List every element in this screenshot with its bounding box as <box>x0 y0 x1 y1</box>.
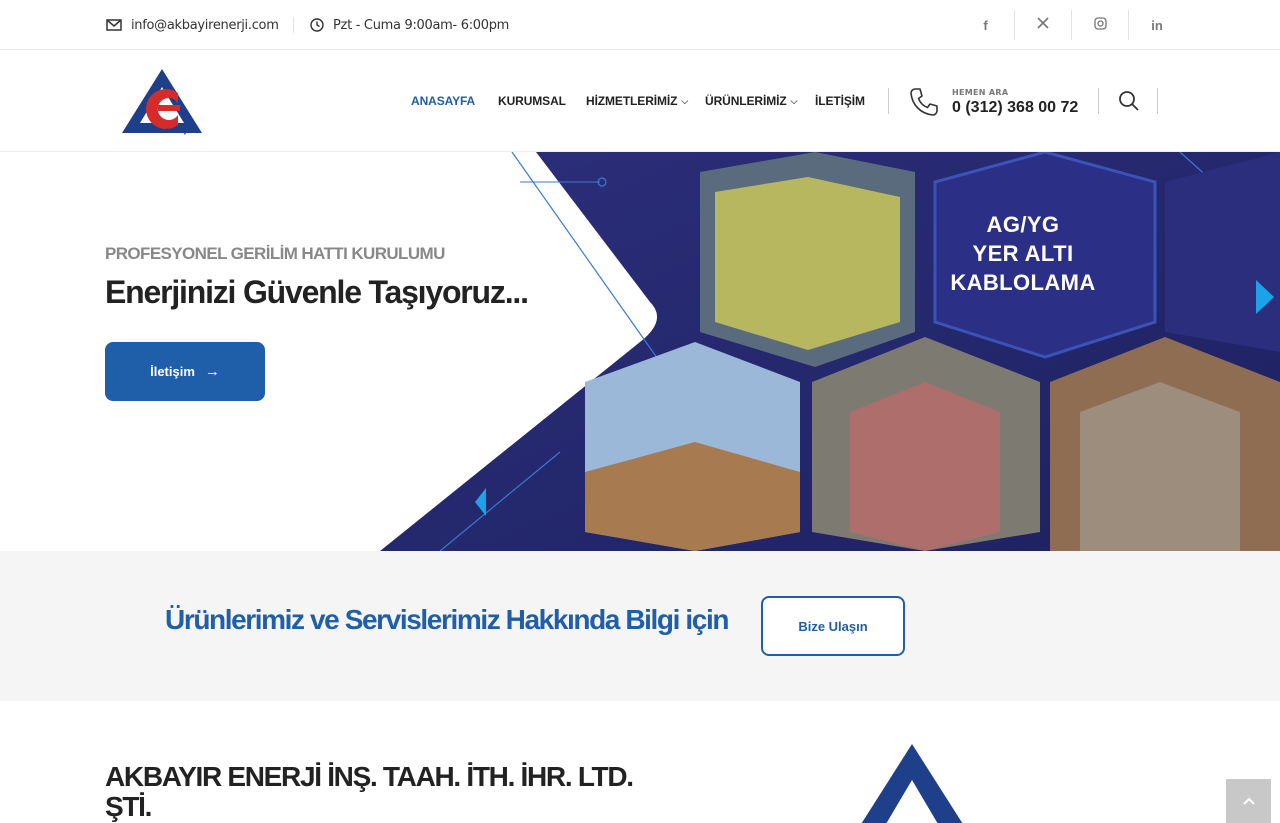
cta-heading: Ürünlerimiz ve Servislerimiz Hakkında Bi… <box>165 604 729 635</box>
phone-label: HEMEN ARA <box>952 87 1009 97</box>
nav-iletisim[interactable]: İLETİŞİM <box>815 50 865 152</box>
phone-number: 0 (312) 368 00 72 <box>952 98 1079 116</box>
instagram-link[interactable] <box>1071 10 1128 40</box>
header-divider <box>1157 88 1158 114</box>
hero-subtitle: PROFESYONEL GERİLİM HATTI KURULUMU <box>105 244 445 263</box>
badge-line: KABLOLAMA <box>950 270 1096 295</box>
nav-hizmetlerimiz[interactable]: HİZMETLERİMİZ ⌵ <box>586 50 688 152</box>
nav-anasayfa[interactable]: ANASAYFA <box>411 50 475 152</box>
hero-badge: AG/YG YER ALTI KABLOLAMA <box>948 210 1098 297</box>
logo-caption: AKBAYIR ENERJİ <box>132 128 190 135</box>
nav-label: ANASAYFA <box>411 94 476 108</box>
email-text: info@akbayirenerji.com <box>131 17 279 33</box>
hero-contact-button[interactable]: İletişim → <box>105 342 265 401</box>
linkedin-link[interactable]: in <box>1128 10 1185 40</box>
phone-contact[interactable]: HEMEN ARA 0 (312) 368 00 72 <box>908 84 1078 120</box>
cta-band: Ürünlerimiz ve Servislerimiz Hakkında Bi… <box>0 551 1280 701</box>
nav-label: ÜRÜNLERİMİZ <box>705 94 787 108</box>
phone-icon <box>910 88 938 116</box>
nav-label: KURUMSAL <box>498 94 566 108</box>
nav-kurumsal[interactable]: KURUMSAL <box>498 50 566 152</box>
top-bar: info@akbayirenerji.com Pzt - Cuma 9:00am… <box>0 0 1280 50</box>
chevron-up-icon <box>1242 797 1255 805</box>
search-icon <box>1119 91 1139 111</box>
nav-label: İLETİŞİM <box>815 94 865 108</box>
chevron-down-icon: ⌵ <box>681 95 689 106</box>
chevron-down-icon: ⌵ <box>790 95 798 106</box>
header-divider <box>1098 88 1099 114</box>
mail-icon <box>106 19 122 31</box>
arrow-right-icon: → <box>204 363 220 380</box>
contact-us-button[interactable]: Bize Ulaşın <box>761 596 905 656</box>
nav-urunlerimiz[interactable]: ÜRÜNLERİMİZ ⌵ <box>705 50 797 152</box>
company-logo-icon <box>861 744 963 823</box>
nav-label: HİZMETLERİMİZ <box>586 94 678 108</box>
badge-line: AG/YG <box>986 212 1060 237</box>
email-contact[interactable]: info@akbayirenerji.com <box>106 0 279 50</box>
header-divider <box>888 88 889 114</box>
facebook-icon: f <box>983 17 988 33</box>
hours-text: Pzt - Cuma 9:00am- 6:00pm <box>333 17 510 33</box>
x-twitter-link[interactable] <box>1014 10 1071 40</box>
cta-button-label: Bize Ulaşın <box>798 618 868 634</box>
company-title: AKBAYIR ENERJİ İNŞ. TAAH. İTH. İHR. LTD.… <box>105 761 634 822</box>
search-button[interactable] <box>1116 88 1142 114</box>
facebook-link[interactable]: f <box>957 10 1014 40</box>
linkedin-icon: in <box>1151 17 1163 33</box>
hero-slider: PROFESYONEL GERİLİM HATTI KURULUMU Enerj… <box>0 152 1280 551</box>
clock-icon <box>310 18 324 32</box>
x-twitter-icon <box>1037 17 1049 33</box>
hero-title: Enerjinizi Güvenle Taşıyoruz... <box>105 274 529 310</box>
working-hours: Pzt - Cuma 9:00am- 6:00pm <box>310 0 509 50</box>
scroll-to-top-button[interactable] <box>1226 779 1271 823</box>
badge-line: YER ALTI <box>972 241 1074 266</box>
instagram-icon <box>1093 16 1107 34</box>
topbar-divider <box>293 17 294 33</box>
hero-button-label: İletişim <box>150 364 195 379</box>
